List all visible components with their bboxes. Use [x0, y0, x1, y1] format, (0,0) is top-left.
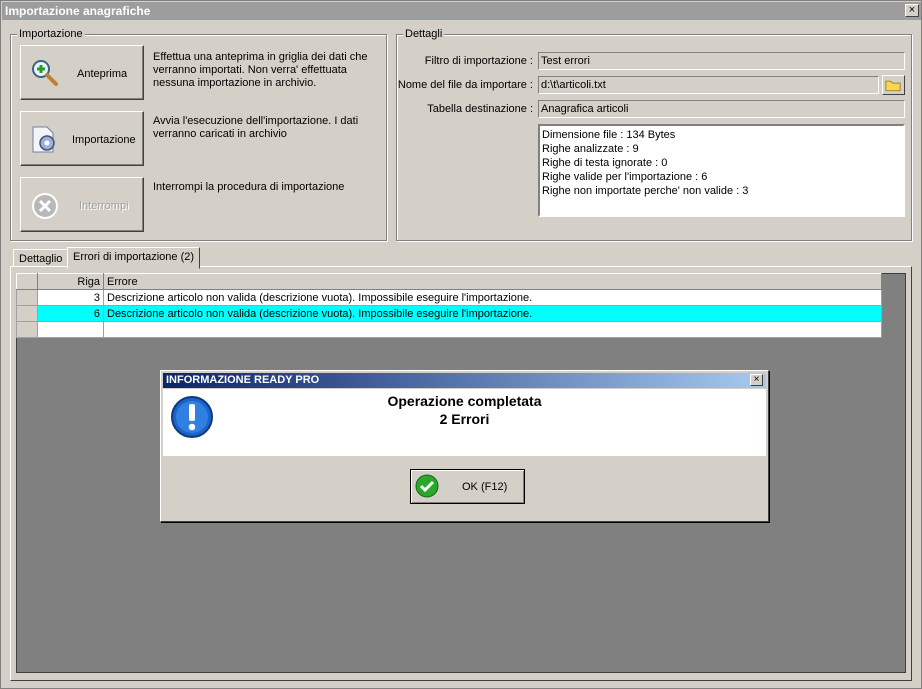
- table-label: Tabella destinazione :: [427, 103, 533, 115]
- folder-icon: [885, 80, 901, 92]
- importazione-description: Avvia l'esecuzione dell'importazione. I …: [153, 115, 359, 140]
- row-indicator[interactable]: [16, 321, 38, 338]
- tab-errori-importazione[interactable]: Errori di importazione (2): [67, 247, 201, 269]
- main-window: Importazione anagrafiche × Importazione …: [0, 0, 922, 689]
- info-line: Righe valide per l'importazione : 6: [542, 171, 708, 183]
- info-line: Righe non importate perche' non valide :…: [542, 185, 749, 197]
- dialog-message-line2: 2 Errori: [439, 411, 490, 427]
- dialog-close-button[interactable]: ×: [750, 374, 763, 386]
- interrompi-button[interactable]: Interrompi: [20, 177, 144, 232]
- cell-errore[interactable]: Descrizione articolo non valida (descriz…: [103, 305, 882, 322]
- cell-riga[interactable]: 6: [37, 305, 104, 322]
- import-group-label: Importazione: [17, 28, 85, 40]
- importazione-label: Importazione: [72, 134, 136, 146]
- row-indicator[interactable]: [16, 305, 38, 322]
- row-indicator[interactable]: [16, 289, 38, 306]
- checkmark-icon: [415, 474, 439, 498]
- anteprima-button[interactable]: Anteprima: [20, 45, 144, 100]
- window-titlebar[interactable]: Importazione anagrafiche ×: [2, 2, 921, 20]
- dialog-titlebar[interactable]: INFORMAZIONE READY PRO ×: [163, 373, 766, 388]
- import-info-box: Dimensione file : 134 Bytes Righe analiz…: [538, 124, 905, 217]
- gear-document-icon: [32, 126, 55, 153]
- anteprima-description: Effettua una anteprima in griglia dei da…: [153, 51, 368, 89]
- cell-riga[interactable]: [37, 321, 104, 338]
- dialog-body: Operazione completata 2 Errori: [163, 389, 766, 456]
- cell-errore[interactable]: Descrizione articolo non valida (descriz…: [103, 289, 882, 306]
- file-path-field[interactable]: d:\t\articoli.txt: [538, 76, 879, 94]
- dialog-message-line1: Operazione completata: [387, 393, 542, 409]
- errors-grid: Riga Errore 3 Descrizione articolo non v…: [16, 273, 882, 338]
- window-close-button[interactable]: ×: [905, 4, 919, 17]
- row-indicator-header: [16, 273, 38, 290]
- window-title: Importazione anagrafiche: [5, 4, 151, 18]
- info-line: Dimensione file : 134 Bytes: [542, 129, 676, 141]
- column-header-errore[interactable]: Errore: [103, 273, 882, 290]
- interrompi-label: Interrompi: [79, 200, 129, 212]
- column-header-riga[interactable]: Riga: [37, 273, 104, 290]
- stop-x-icon: [32, 193, 58, 219]
- interrompi-description: Interrompi la procedura di importazione: [153, 181, 345, 193]
- importazione-button[interactable]: Importazione: [20, 111, 144, 166]
- table-field[interactable]: Anagrafica articoli: [538, 100, 905, 118]
- ok-button[interactable]: OK (F12): [410, 469, 525, 504]
- magnifier-plus-icon: [32, 60, 58, 86]
- ok-button-label: OK (F12): [462, 481, 508, 493]
- file-label: Nome del file da importare :: [397, 79, 533, 91]
- filter-field[interactable]: Test errori: [538, 52, 905, 70]
- details-group-label: Dettagli: [403, 28, 445, 40]
- browse-folder-button[interactable]: [882, 75, 905, 95]
- info-dialog: INFORMAZIONE READY PRO × Operazione comp…: [160, 370, 769, 522]
- filter-label: Filtro di importazione :: [424, 55, 533, 67]
- cell-errore[interactable]: [103, 321, 882, 338]
- info-line: Righe analizzate : 9: [542, 143, 639, 155]
- cell-riga[interactable]: 3: [37, 289, 104, 306]
- dialog-title: INFORMAZIONE READY PRO: [166, 374, 320, 386]
- info-line: Righe di testa ignorate : 0: [542, 157, 668, 169]
- anteprima-label: Anteprima: [77, 68, 128, 80]
